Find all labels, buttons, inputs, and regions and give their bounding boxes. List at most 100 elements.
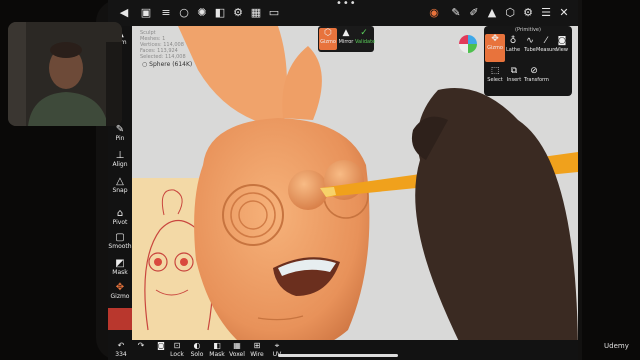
udemy-watermark: Udemy — [604, 342, 629, 350]
camera-icon[interactable]: ▭ — [266, 5, 282, 21]
snap-button[interactable]: △ Snap — [108, 176, 132, 194]
tool-label: Lathe — [505, 47, 521, 53]
validate-label: Validate — [355, 39, 376, 45]
gizmo-toolbar: ⬡ Gizmo ▲ Mirror ✓ Validate — [318, 26, 376, 52]
mirror-icon: ▲ — [342, 28, 350, 38]
wire-button[interactable]: ⊞ Wire — [246, 341, 268, 358]
panel-title: (Primitive) — [515, 27, 541, 33]
solo-button[interactable]: ◐ Solo — [186, 341, 208, 358]
solo-icon: ◐ — [193, 341, 201, 350]
pen-icon[interactable]: ✐ — [466, 5, 482, 21]
validate-button[interactable]: ✓ Validate — [355, 28, 376, 45]
pivot-button[interactable]: ⌂ Pivot — [108, 208, 132, 226]
gizmo-button[interactable]: ⬡ Gizmo — [319, 28, 337, 50]
voxel-icon: ▦ — [233, 341, 241, 350]
undo-icon: ↶ — [117, 341, 125, 350]
grid-icon[interactable]: ▦ — [248, 5, 264, 21]
tool-label: Mask — [112, 269, 128, 276]
top-toolbar: ◀ ▣ ≡ ○ ✺ ◧ ⚙ ▦ ▭ ••• ◉ ✎ ✐ ▲ ⬡ ⚙ ☰ ✕ — [108, 0, 578, 26]
select-tool-button[interactable]: ⬚ Select — [485, 66, 505, 83]
wire-icon: ⊞ — [253, 341, 261, 350]
snap-icon: △ — [116, 176, 124, 187]
cube-icon[interactable]: ⬡ — [502, 5, 518, 21]
select-icon: ⬚ — [490, 66, 500, 76]
tool-label: Pivot — [112, 219, 128, 226]
view-tool-button[interactable]: ◙ View — [552, 36, 572, 53]
tool-label: Solo — [190, 351, 204, 358]
sun-icon[interactable]: ✺ — [194, 5, 210, 21]
tool-label: Snap — [112, 187, 128, 194]
menu-icon[interactable]: ◀ — [116, 5, 132, 21]
tool-label: Mask — [209, 351, 225, 358]
tool-label: Smooth — [108, 243, 132, 250]
tools-icon[interactable]: ✕ — [556, 5, 572, 21]
mesh-stats: Sculpt Meshes: 1 Vertices: 114,008 Faces… — [140, 30, 186, 60]
redo-button[interactable]: ↷ — [130, 341, 152, 351]
gizmo-icon: ⬡ — [324, 28, 332, 38]
tool-label: Wire — [250, 351, 264, 358]
axis-orientation-gizmo[interactable] — [456, 32, 480, 56]
smooth-button[interactable]: ▢ Smooth — [108, 232, 132, 250]
undo-button[interactable]: ↶ 334 — [110, 341, 132, 358]
tool-label: Voxel — [229, 351, 245, 358]
mirror-button[interactable]: ▲ Mirror — [337, 28, 355, 45]
redo-icon: ↷ — [137, 341, 145, 350]
lock-button[interactable]: ⊡ Lock — [166, 341, 188, 358]
mask-icon: ◧ — [213, 341, 221, 350]
gizmo-label: Gizmo — [320, 39, 336, 45]
align-button[interactable]: ⊥ Align — [108, 150, 132, 168]
brush-icon[interactable]: ✎ — [448, 5, 464, 21]
tool-label: Insert — [506, 77, 522, 83]
camera-icon: ◙ — [557, 36, 567, 46]
list-icon[interactable]: ☰ — [538, 5, 554, 21]
uv-icon: ⌖ — [274, 341, 280, 350]
scene-object-label[interactable]: ○ Sphere (614K) — [142, 61, 192, 68]
gizmo-side-button[interactable]: ✥ Gizmo — [108, 282, 132, 300]
primitive-panel: (Primitive) ✥ Gizmo ♁ Lathe ∿ Tube ⁄ Measure… — [484, 26, 572, 96]
bottom-toolbar: ↶ 334 ↷ ◙ ⊡ Lock ◐ Solo ◧ Mask ▦ Voxel ⊞ Wire … — [108, 340, 578, 360]
mask-bottom-button[interactable]: ◧ Mask — [206, 341, 228, 358]
tool-label: Lock — [170, 351, 184, 358]
voxel-button[interactable]: ▦ Voxel — [226, 341, 248, 358]
scene-object-name: Sphere (614K) — [149, 61, 193, 68]
tool-label: View — [556, 47, 568, 53]
presenter-video — [8, 22, 122, 126]
insert-icon: ⧉ — [510, 66, 518, 76]
align-icon: ⊥ — [115, 150, 125, 161]
tool-label: Gizmo — [110, 293, 130, 300]
logo-icon[interactable]: ◉ — [426, 5, 442, 21]
tool-label: Transform — [524, 77, 549, 83]
circle-icon[interactable]: ○ — [176, 5, 192, 21]
home-indicator — [278, 354, 398, 357]
tool-label: Pin — [115, 135, 125, 142]
check-icon: ✓ — [360, 28, 368, 38]
gizmo-icon: ✥ — [491, 34, 499, 44]
tool-label: Gizmo — [487, 45, 503, 51]
history-count: 334 — [115, 351, 127, 358]
settings-icon[interactable]: ⚙ — [230, 5, 246, 21]
texture-icon[interactable]: ◧ — [212, 5, 228, 21]
mask-icon: ◩ — [115, 258, 125, 269]
color-swatch[interactable] — [108, 308, 132, 330]
stats-line: Selected: 114,008 — [140, 54, 186, 60]
scene-icon[interactable]: ≡ — [158, 5, 174, 21]
gizmo-tool-button[interactable]: ✥ Gizmo — [485, 34, 505, 62]
mask-button[interactable]: ◩ Mask — [108, 258, 132, 276]
pin-button[interactable]: ✎ Pin — [108, 124, 132, 142]
transform-tool-button[interactable]: ⊘ Transform — [524, 66, 549, 83]
triangle-icon[interactable]: ▲ — [484, 5, 500, 21]
file-icon[interactable]: ▣ — [138, 5, 154, 21]
webcam-overlay — [8, 22, 122, 126]
transform-icon: ⊘ — [530, 66, 538, 76]
insert-tool-button[interactable]: ⧉ Insert — [504, 66, 524, 83]
lock-icon: ⊡ — [173, 341, 181, 350]
tool-label: Tube — [524, 47, 536, 53]
gear-icon[interactable]: ⚙ — [520, 5, 536, 21]
more-dots-icon[interactable]: ••• — [336, 0, 357, 9]
tool-label: Align — [112, 161, 128, 168]
gizmo-icon: ✥ — [115, 282, 125, 293]
mirror-label: Mirror — [338, 39, 354, 45]
tool-label: Select — [487, 77, 503, 83]
pivot-icon: ⌂ — [116, 208, 124, 219]
smooth-icon: ▢ — [115, 232, 125, 243]
